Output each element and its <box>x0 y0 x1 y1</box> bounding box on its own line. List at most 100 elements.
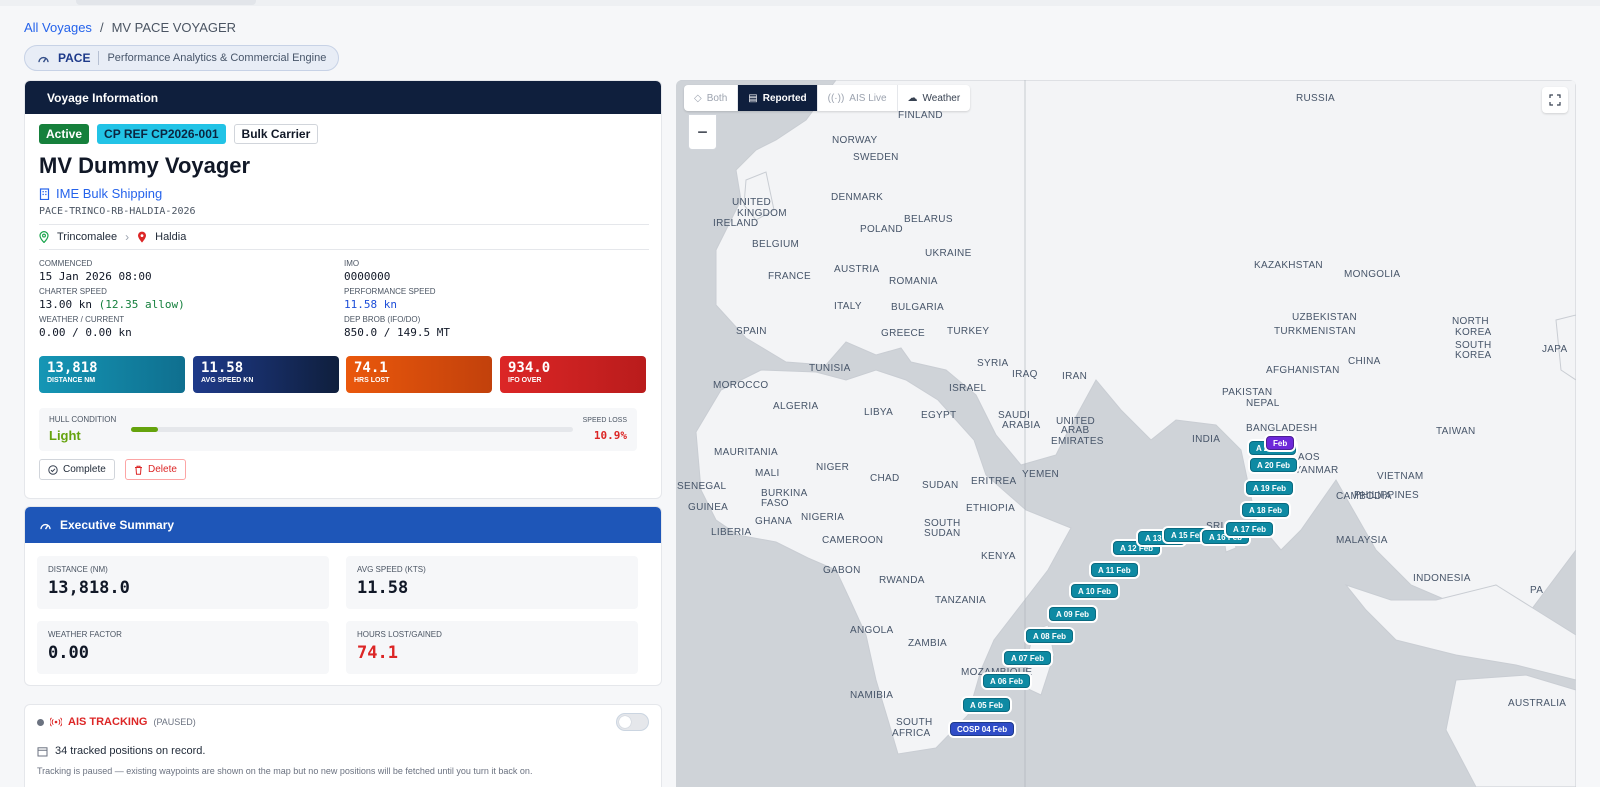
mode-weather[interactable]: ☁ Weather <box>898 85 971 111</box>
country-label: BELGIUM <box>752 239 800 250</box>
voyage-marker[interactable]: A 17 Feb <box>1226 522 1274 536</box>
breadcrumb-all-voyages[interactable]: All Voyages <box>24 20 92 35</box>
hull-progress-track <box>131 427 573 432</box>
voyage-marker[interactable]: A 10 Feb <box>1071 584 1119 598</box>
executive-summary-card: Executive Summary Distance (NM) 13,818.0 … <box>24 506 662 686</box>
brand-tagline: Performance Analytics & Commercial Engin… <box>107 52 327 64</box>
voyage-marker[interactable]: A 19 Feb <box>1246 481 1294 495</box>
country-label: NIGER <box>816 462 850 473</box>
route: Trincomalee › Haldia <box>39 230 186 244</box>
active-tab-indicator <box>76 0 256 5</box>
broadcast-icon: ((·)) <box>827 92 845 104</box>
country-label: ROMANIA <box>889 276 938 287</box>
delete-button[interactable]: Delete <box>125 459 186 480</box>
voyage-marker[interactable]: A 07 Feb <box>1004 651 1052 665</box>
charter-speed: 13.00 kn <box>39 298 92 311</box>
voyage-marker[interactable]: A 20 Feb <box>1250 458 1298 472</box>
country-label: MOROCCO <box>713 380 769 391</box>
zoom-out-button[interactable]: − <box>688 114 717 150</box>
destination-pin-icon <box>138 231 147 243</box>
metric-label: Distance (NM) <box>48 565 108 574</box>
mode-ais-live-label: AIS Live <box>849 92 887 104</box>
country-label: MAURITANIA <box>714 447 778 458</box>
country-label: PAKISTAN <box>1222 387 1273 398</box>
voyage-marker[interactable]: A 06 Feb <box>983 674 1031 688</box>
country-label: UKRAINE <box>925 248 972 259</box>
country-label: SOUTH <box>896 717 933 728</box>
country-label: ERITREA <box>971 476 1017 487</box>
country-label: MALI <box>755 468 780 479</box>
ais-positions-text: 34 tracked positions on record. <box>55 745 206 757</box>
status-badge: Active <box>39 124 90 144</box>
perf-speed: 11.58 kn <box>344 298 397 311</box>
map-mode-control: ◇ Both ▤ Reported ((·)) AIS Live ☁ Weather <box>684 85 971 111</box>
layers-icon: ◇ <box>694 92 702 104</box>
metric-value: 13,818.0 <box>48 578 130 598</box>
voyage-map[interactable]: ◇ Both ▤ Reported ((·)) AIS Live ☁ Weather −… <box>676 80 1576 787</box>
route-origin: Trincomalee <box>57 231 118 243</box>
voyage-ref: PACE-TRINCO-RB-HALDIA-2026 <box>39 206 196 217</box>
divider <box>39 249 649 250</box>
country-label: KOREA <box>1455 327 1492 338</box>
country-label: TANZANIA <box>935 595 987 606</box>
country-label: FRANCE <box>768 271 811 282</box>
voyage-marker[interactable]: Feb <box>1266 436 1295 450</box>
mode-ais-live[interactable]: ((·)) AIS Live <box>818 85 898 111</box>
country-label: ETHIOPIA <box>966 503 1016 514</box>
commenced-value: 15 Jan 2026 08:00 <box>39 270 152 283</box>
metric-label: Avg Speed (kts) <box>357 565 426 574</box>
country-label: MALAYSIA <box>1336 535 1388 546</box>
voyage-marker[interactable]: A 05 Feb <box>963 698 1011 712</box>
mode-both[interactable]: ◇ Both <box>684 85 739 111</box>
ais-note: Tracking is paused — existing waypoints … <box>37 766 533 776</box>
mode-reported-label: Reported <box>762 92 807 104</box>
voyage-info-title: Voyage Information <box>47 90 159 105</box>
mode-weather-label: Weather <box>922 92 961 104</box>
country-label: IRAQ <box>1012 369 1038 380</box>
mode-reported[interactable]: ▤ Reported <box>738 85 818 111</box>
country-label: TURKEY <box>947 326 990 337</box>
metric-label: Hours Lost/Gained <box>357 630 442 639</box>
voyage-marker[interactable]: A 18 Feb <box>1242 503 1290 517</box>
country-label: IRAN <box>1062 371 1088 382</box>
country-label: SYRIA <box>977 358 1009 369</box>
country-label: ZAMBIA <box>908 638 948 649</box>
country-label: EMIRATES <box>1051 436 1104 447</box>
cp-ref-badge: CP REF CP2026-001 <box>97 124 226 144</box>
country-label: GHANA <box>755 516 793 527</box>
country-label: AFRICA <box>892 728 931 739</box>
country-label: RUSSIA <box>1296 93 1336 104</box>
country-label: BANGLADESH <box>1246 423 1318 434</box>
ais-positions: 34 tracked positions on record. <box>37 745 205 757</box>
voyage-info-card: Voyage Information Active CP REF CP2026-… <box>24 80 662 499</box>
voyage-marker[interactable]: COSP 04 Feb <box>950 722 1015 736</box>
charter-allow: (12.35 allow) <box>98 298 185 311</box>
fullscreen-button[interactable] <box>1542 87 1568 113</box>
country-label: INDIA <box>1192 434 1221 445</box>
speed-loss-value: 10.9% <box>593 429 627 442</box>
country-label: RWANDA <box>879 575 925 586</box>
complete-button[interactable]: Complete <box>39 459 115 480</box>
owner-link[interactable]: IME Bulk Shipping <box>39 186 162 201</box>
charter-speed-label: Charter Speed <box>39 287 107 296</box>
voyage-marker[interactable]: A 08 Feb <box>1026 629 1074 643</box>
broadcast-icon <box>50 717 62 727</box>
country-label: ARABIA <box>1002 420 1041 431</box>
stat-value: 11.58 <box>201 360 244 376</box>
building-icon <box>39 187 50 200</box>
metric-value: 74.1 <box>357 643 398 663</box>
divider <box>39 224 649 225</box>
voyage-marker[interactable]: A 09 Feb <box>1049 607 1097 621</box>
brand-name: PACE <box>58 51 91 65</box>
country-label: GUINEA <box>688 502 729 513</box>
voyage-marker[interactable]: A 11 Feb <box>1091 563 1138 577</box>
country-label: ITALY <box>834 301 862 312</box>
stat-hrs-lost: 74.1 Hrs Lost <box>346 356 492 393</box>
metric-label: Weather Factor <box>48 630 122 639</box>
complete-label: Complete <box>63 464 106 475</box>
executive-summary-title: Executive Summary <box>60 518 175 532</box>
hull-label: HULL CONDITION <box>49 415 117 424</box>
stat-label: Distance NM <box>47 377 96 384</box>
ais-toggle[interactable] <box>616 713 649 731</box>
country-label: ANGOLA <box>850 625 894 636</box>
